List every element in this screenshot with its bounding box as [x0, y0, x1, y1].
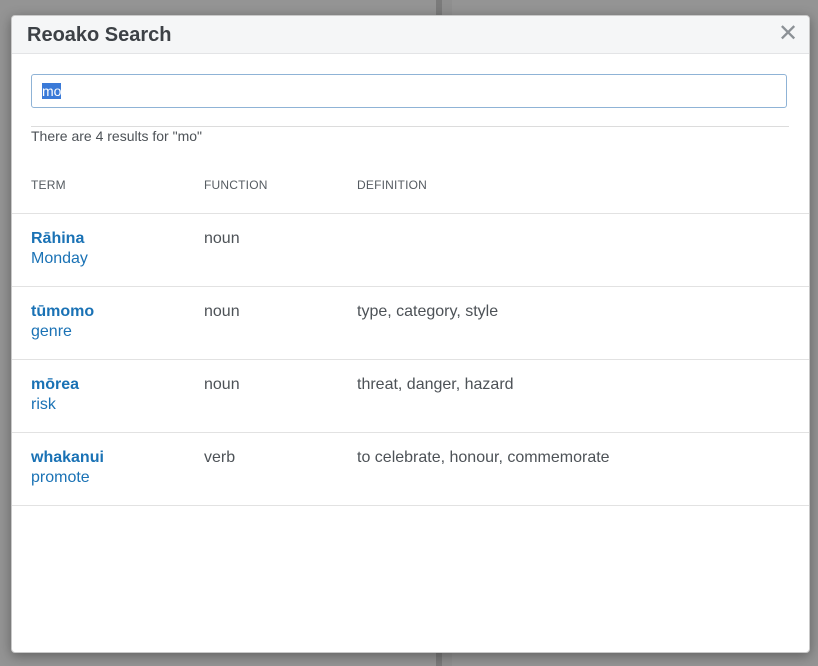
definition-cell: type, category, style [357, 303, 499, 320]
translation-link[interactable]: risk [31, 396, 56, 414]
result-summary: There are 4 results for "mo" [31, 128, 203, 144]
column-header-function: FUNCTION [204, 178, 268, 192]
term-link[interactable]: Rāhina [31, 230, 84, 248]
column-header-definition: DEFINITION [357, 178, 427, 192]
results-table-header: TERM FUNCTION DEFINITION [12, 178, 809, 214]
close-icon[interactable]: ✕ [777, 21, 799, 47]
table-row: mōrea risk noun threat, danger, hazard [12, 360, 809, 433]
translation-link[interactable]: Monday [31, 250, 88, 268]
search-modal: Reoako Search ✕ There are 4 results for … [11, 15, 810, 653]
term-link[interactable]: whakanui [31, 449, 104, 467]
search-input[interactable] [31, 74, 787, 108]
function-cell: noun [204, 376, 240, 393]
table-row: Rāhina Monday noun [12, 214, 809, 287]
table-row: whakanui promote verb to celebrate, hono… [12, 433, 809, 506]
table-row: tūmomo genre noun type, category, style [12, 287, 809, 360]
modal-title: Reoako Search [27, 24, 172, 46]
term-link[interactable]: tūmomo [31, 303, 94, 321]
function-cell: noun [204, 230, 240, 247]
column-header-term: TERM [31, 178, 66, 192]
translation-link[interactable]: promote [31, 469, 90, 487]
function-cell: noun [204, 303, 240, 320]
function-cell: verb [204, 449, 236, 466]
translation-link[interactable]: genre [31, 323, 72, 341]
definition-cell: to celebrate, honour, commemorate [357, 449, 610, 466]
definition-cell: threat, danger, hazard [357, 376, 514, 393]
term-link[interactable]: mōrea [31, 376, 79, 394]
divider [31, 126, 789, 127]
modal-header: Reoako Search ✕ [12, 16, 809, 54]
